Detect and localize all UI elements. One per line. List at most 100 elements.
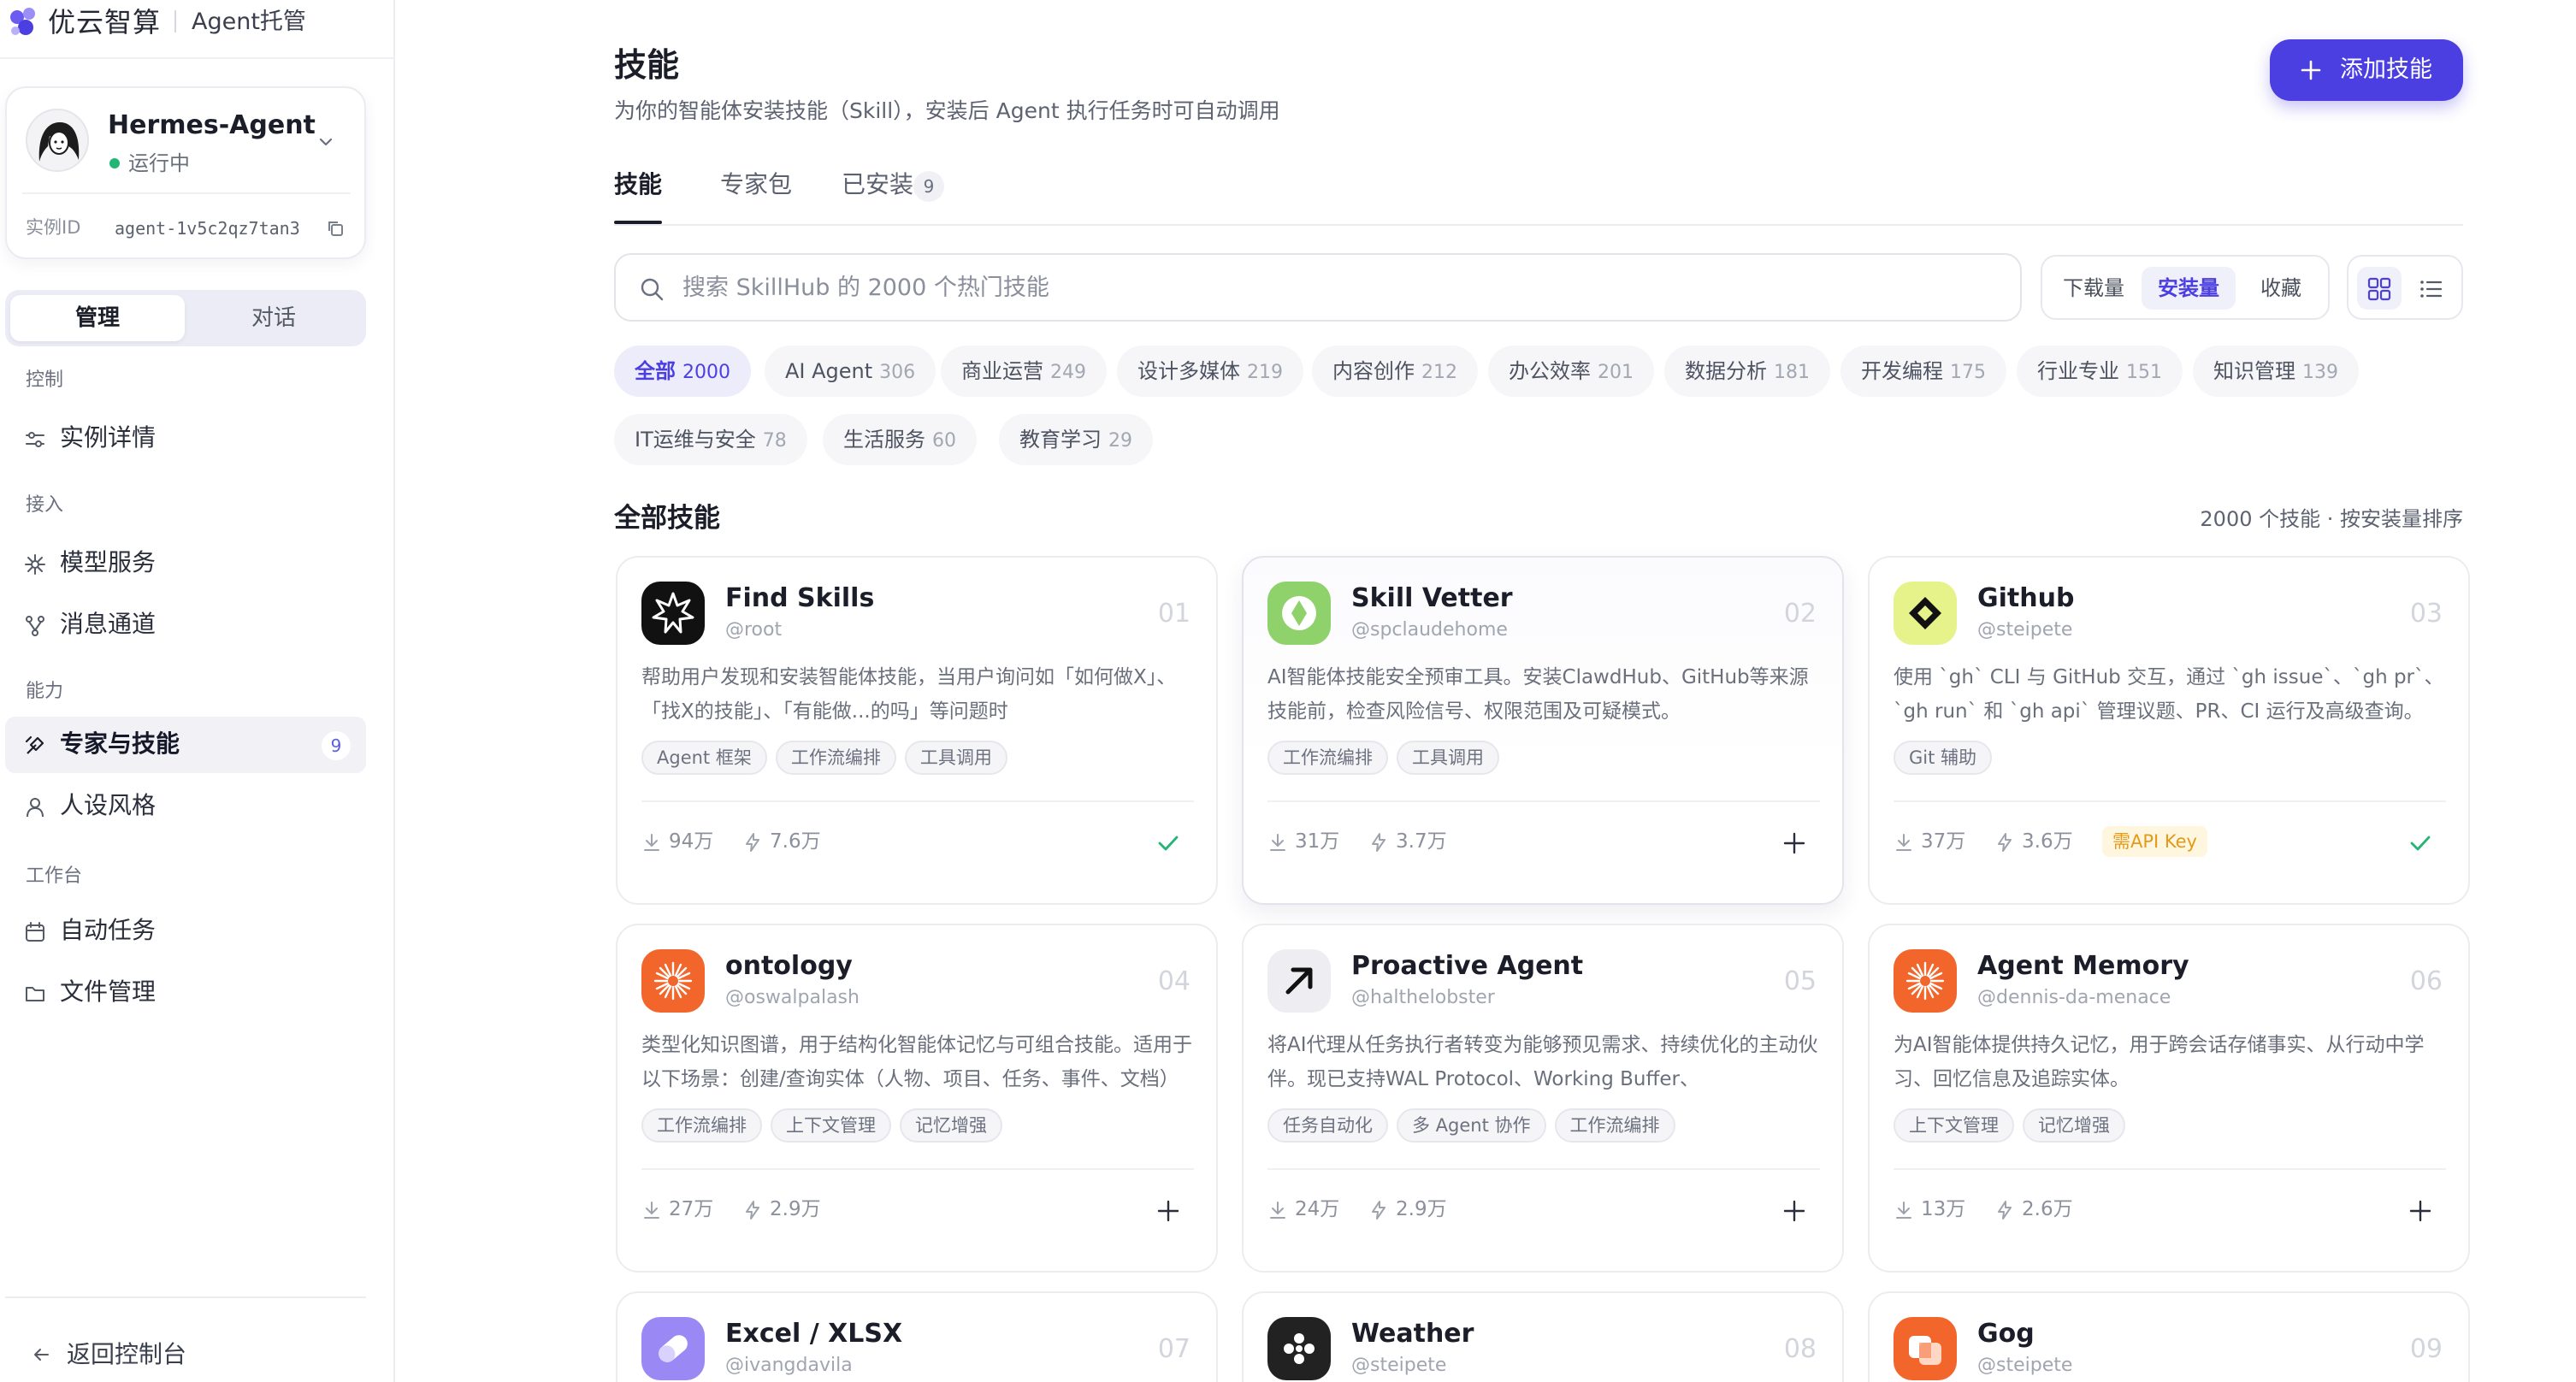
sidebar-item-file-manage[interactable]: 文件管理 bbox=[5, 965, 366, 1021]
skill-tag: 上下文管理 bbox=[1894, 1108, 2014, 1143]
category-chip[interactable]: AI Agent 306 bbox=[765, 346, 936, 397]
skill-description: AI智能体技能安全预审工具。安装ClawdHub、GitHub等来源技能前，检查… bbox=[1267, 666, 1809, 723]
skill-card[interactable]: Excel / XLSX @ivangdavila 07 bbox=[616, 1291, 1218, 1382]
category-count: 212 bbox=[1421, 362, 1457, 383]
category-chip[interactable]: 设计多媒体 219 bbox=[1117, 346, 1303, 397]
category-chip[interactable]: 内容创作 212 bbox=[1312, 346, 1478, 397]
skill-tag: 工作流编排 bbox=[641, 1108, 762, 1143]
installed-check-icon bbox=[2408, 831, 2432, 855]
search-input[interactable] bbox=[682, 263, 2000, 311]
category-chip[interactable]: 教育学习 29 bbox=[999, 414, 1153, 465]
skill-logo-icon bbox=[1894, 582, 1957, 645]
tab-chat[interactable]: 对话 bbox=[186, 295, 361, 341]
category-chip[interactable]: 数据分析 181 bbox=[1664, 346, 1830, 397]
agent-switcher[interactable]: Hermes-Agent 运行中 实例ID agent-1v5c2qz7tan3 bbox=[5, 86, 366, 259]
install-plus-button[interactable] bbox=[1782, 1199, 1806, 1223]
category-chip[interactable]: 生活服务 60 bbox=[823, 414, 977, 465]
tab-expert-packs[interactable]: 专家包 bbox=[720, 168, 792, 202]
category-count: 306 bbox=[879, 362, 916, 383]
category-chip[interactable]: 行业专业 151 bbox=[2017, 346, 2183, 397]
category-label: IT运维与安全 bbox=[635, 428, 756, 452]
skill-card[interactable]: Github @steipete 03 使用 `gh` CLI 与 GitHub 交互… bbox=[1868, 556, 2470, 905]
tab-skills[interactable]: 技能 bbox=[614, 168, 662, 202]
skill-card[interactable]: Weather @steipete 08 bbox=[1242, 1291, 1844, 1382]
sidebar-item-label: 模型服务 bbox=[60, 548, 157, 576]
sidebar-item-message-channel[interactable]: 消息通道 bbox=[5, 597, 366, 653]
category-chip[interactable]: IT运维与安全 78 bbox=[614, 414, 807, 465]
spark-icon bbox=[25, 554, 45, 575]
category-label: 办公效率 bbox=[1509, 359, 1591, 383]
sidebar-item-label: 消息通道 bbox=[60, 610, 157, 638]
copy-icon[interactable] bbox=[325, 218, 346, 239]
download-value: 31万 bbox=[1295, 830, 1340, 853]
chevron-down-icon[interactable] bbox=[316, 133, 335, 151]
skill-rank: 06 bbox=[2409, 966, 2443, 996]
install-plus-button[interactable] bbox=[1782, 831, 1806, 855]
page-subtitle: 为你的智能体安装技能（Skill），安装后 Agent 执行任务时可自动调用 bbox=[614, 98, 1280, 123]
install-plus-button[interactable] bbox=[1156, 1199, 1180, 1223]
skill-card[interactable]: Gog @steipete 09 bbox=[1868, 1291, 2470, 1382]
tab-installed[interactable]: 已安装 bbox=[842, 168, 913, 202]
skill-description: 帮助用户发现和安装智能体技能，当用户询问如「如何做X」、「找X的技能」、「有能做… bbox=[641, 666, 1177, 723]
back-to-console-link[interactable]: 返回控制台 bbox=[67, 1338, 186, 1372]
view-switch bbox=[2347, 255, 2463, 320]
skill-card[interactable]: Proactive Agent @halthelobster 05 将AI代理从任务执… bbox=[1242, 924, 1844, 1273]
logo-icon bbox=[10, 8, 35, 35]
skill-tags: Agent 框架 工作流编排 工具调用 bbox=[641, 741, 1016, 777]
category-label: 知识管理 bbox=[2213, 359, 2295, 383]
skill-card[interactable]: ontology @oswalpalash 04 类型化知识图谱，用于结构化智能体记忆… bbox=[616, 924, 1218, 1273]
category-chip[interactable]: 开发编程 175 bbox=[1840, 346, 2006, 397]
skill-rank: 04 bbox=[1157, 966, 1191, 996]
download-value: 24万 bbox=[1295, 1198, 1340, 1220]
download-value: 37万 bbox=[1921, 830, 1966, 853]
skill-logo-icon bbox=[641, 582, 705, 645]
skill-author: @spclaudehome bbox=[1351, 619, 1508, 641]
category-chip[interactable]: 知识管理 139 bbox=[2193, 346, 2359, 397]
category-chip[interactable]: 办公效率 201 bbox=[1488, 346, 1654, 397]
sliders-icon bbox=[26, 432, 44, 447]
category-count: 78 bbox=[762, 430, 787, 452]
category-chip[interactable]: 商业运营 249 bbox=[941, 346, 1107, 397]
sort-by-favorites[interactable]: 收藏 bbox=[2241, 267, 2321, 310]
sidebar-item-auto-task[interactable]: 自动任务 bbox=[5, 903, 366, 960]
sidebar-item-experts-skills[interactable]: 专家与技能 9 bbox=[5, 717, 366, 773]
install-plus-button[interactable] bbox=[2408, 1199, 2432, 1223]
section-title: 全部技能 bbox=[614, 503, 720, 534]
download-value: 13万 bbox=[1921, 1198, 1966, 1220]
sort-by-installs[interactable]: 安装量 bbox=[2142, 267, 2236, 310]
category-label: 全部 bbox=[635, 359, 676, 383]
list-view-button[interactable] bbox=[2408, 267, 2453, 310]
skill-tags: 上下文管理 记忆增强 bbox=[1894, 1108, 2134, 1144]
agent-name: Hermes-Agent bbox=[108, 110, 316, 140]
add-skill-button[interactable]: 添加技能 bbox=[2270, 39, 2463, 101]
brand-name: 优云智算 bbox=[48, 6, 162, 38]
avatar bbox=[26, 109, 89, 172]
skill-tags: 工作流编排 工具调用 bbox=[1267, 741, 1508, 777]
sidebar-item-persona[interactable]: 人设风格 bbox=[5, 778, 366, 835]
divider bbox=[0, 57, 395, 59]
skill-name: Weather bbox=[1351, 1319, 1474, 1349]
divider bbox=[1894, 1168, 2446, 1170]
divider bbox=[641, 800, 1194, 802]
active-tab-indicator bbox=[614, 221, 662, 224]
skill-logo-icon bbox=[641, 949, 705, 1013]
search-icon bbox=[641, 278, 664, 301]
skill-card[interactable]: Agent Memory @dennis-da-menace 06 为AI智能体提供持… bbox=[1868, 924, 2470, 1273]
sidebar-item-model-service[interactable]: 模型服务 bbox=[5, 535, 366, 592]
skill-author: @oswalpalash bbox=[725, 987, 860, 1008]
skill-name: Gog bbox=[1977, 1319, 2035, 1349]
instance-id-label: 实例ID bbox=[26, 217, 81, 238]
category-count: 29 bbox=[1108, 430, 1132, 452]
sidebar-item-instance-detail[interactable]: 实例详情 bbox=[5, 410, 366, 467]
skill-tags: Git 辅助 bbox=[1894, 741, 2000, 777]
skill-rank: 05 bbox=[1783, 966, 1817, 996]
category-label: 行业专业 bbox=[2037, 359, 2119, 383]
skill-card[interactable]: Skill Vetter @spclaudehome 02 AI智能体技能安全预审工具… bbox=[1242, 556, 1844, 905]
category-chip[interactable]: 全部 2000 bbox=[614, 346, 751, 397]
grid-view-button[interactable] bbox=[2357, 267, 2402, 310]
tab-manage[interactable]: 管理 bbox=[10, 295, 185, 341]
skill-card[interactable]: Find Skills @root 01 帮助用户发现和安装智能体技能，当用户询问如「… bbox=[616, 556, 1218, 905]
divider bbox=[22, 192, 351, 194]
skill-author: @steipete bbox=[1977, 1355, 2073, 1376]
sort-by-downloads[interactable]: 下载量 bbox=[2051, 267, 2136, 310]
